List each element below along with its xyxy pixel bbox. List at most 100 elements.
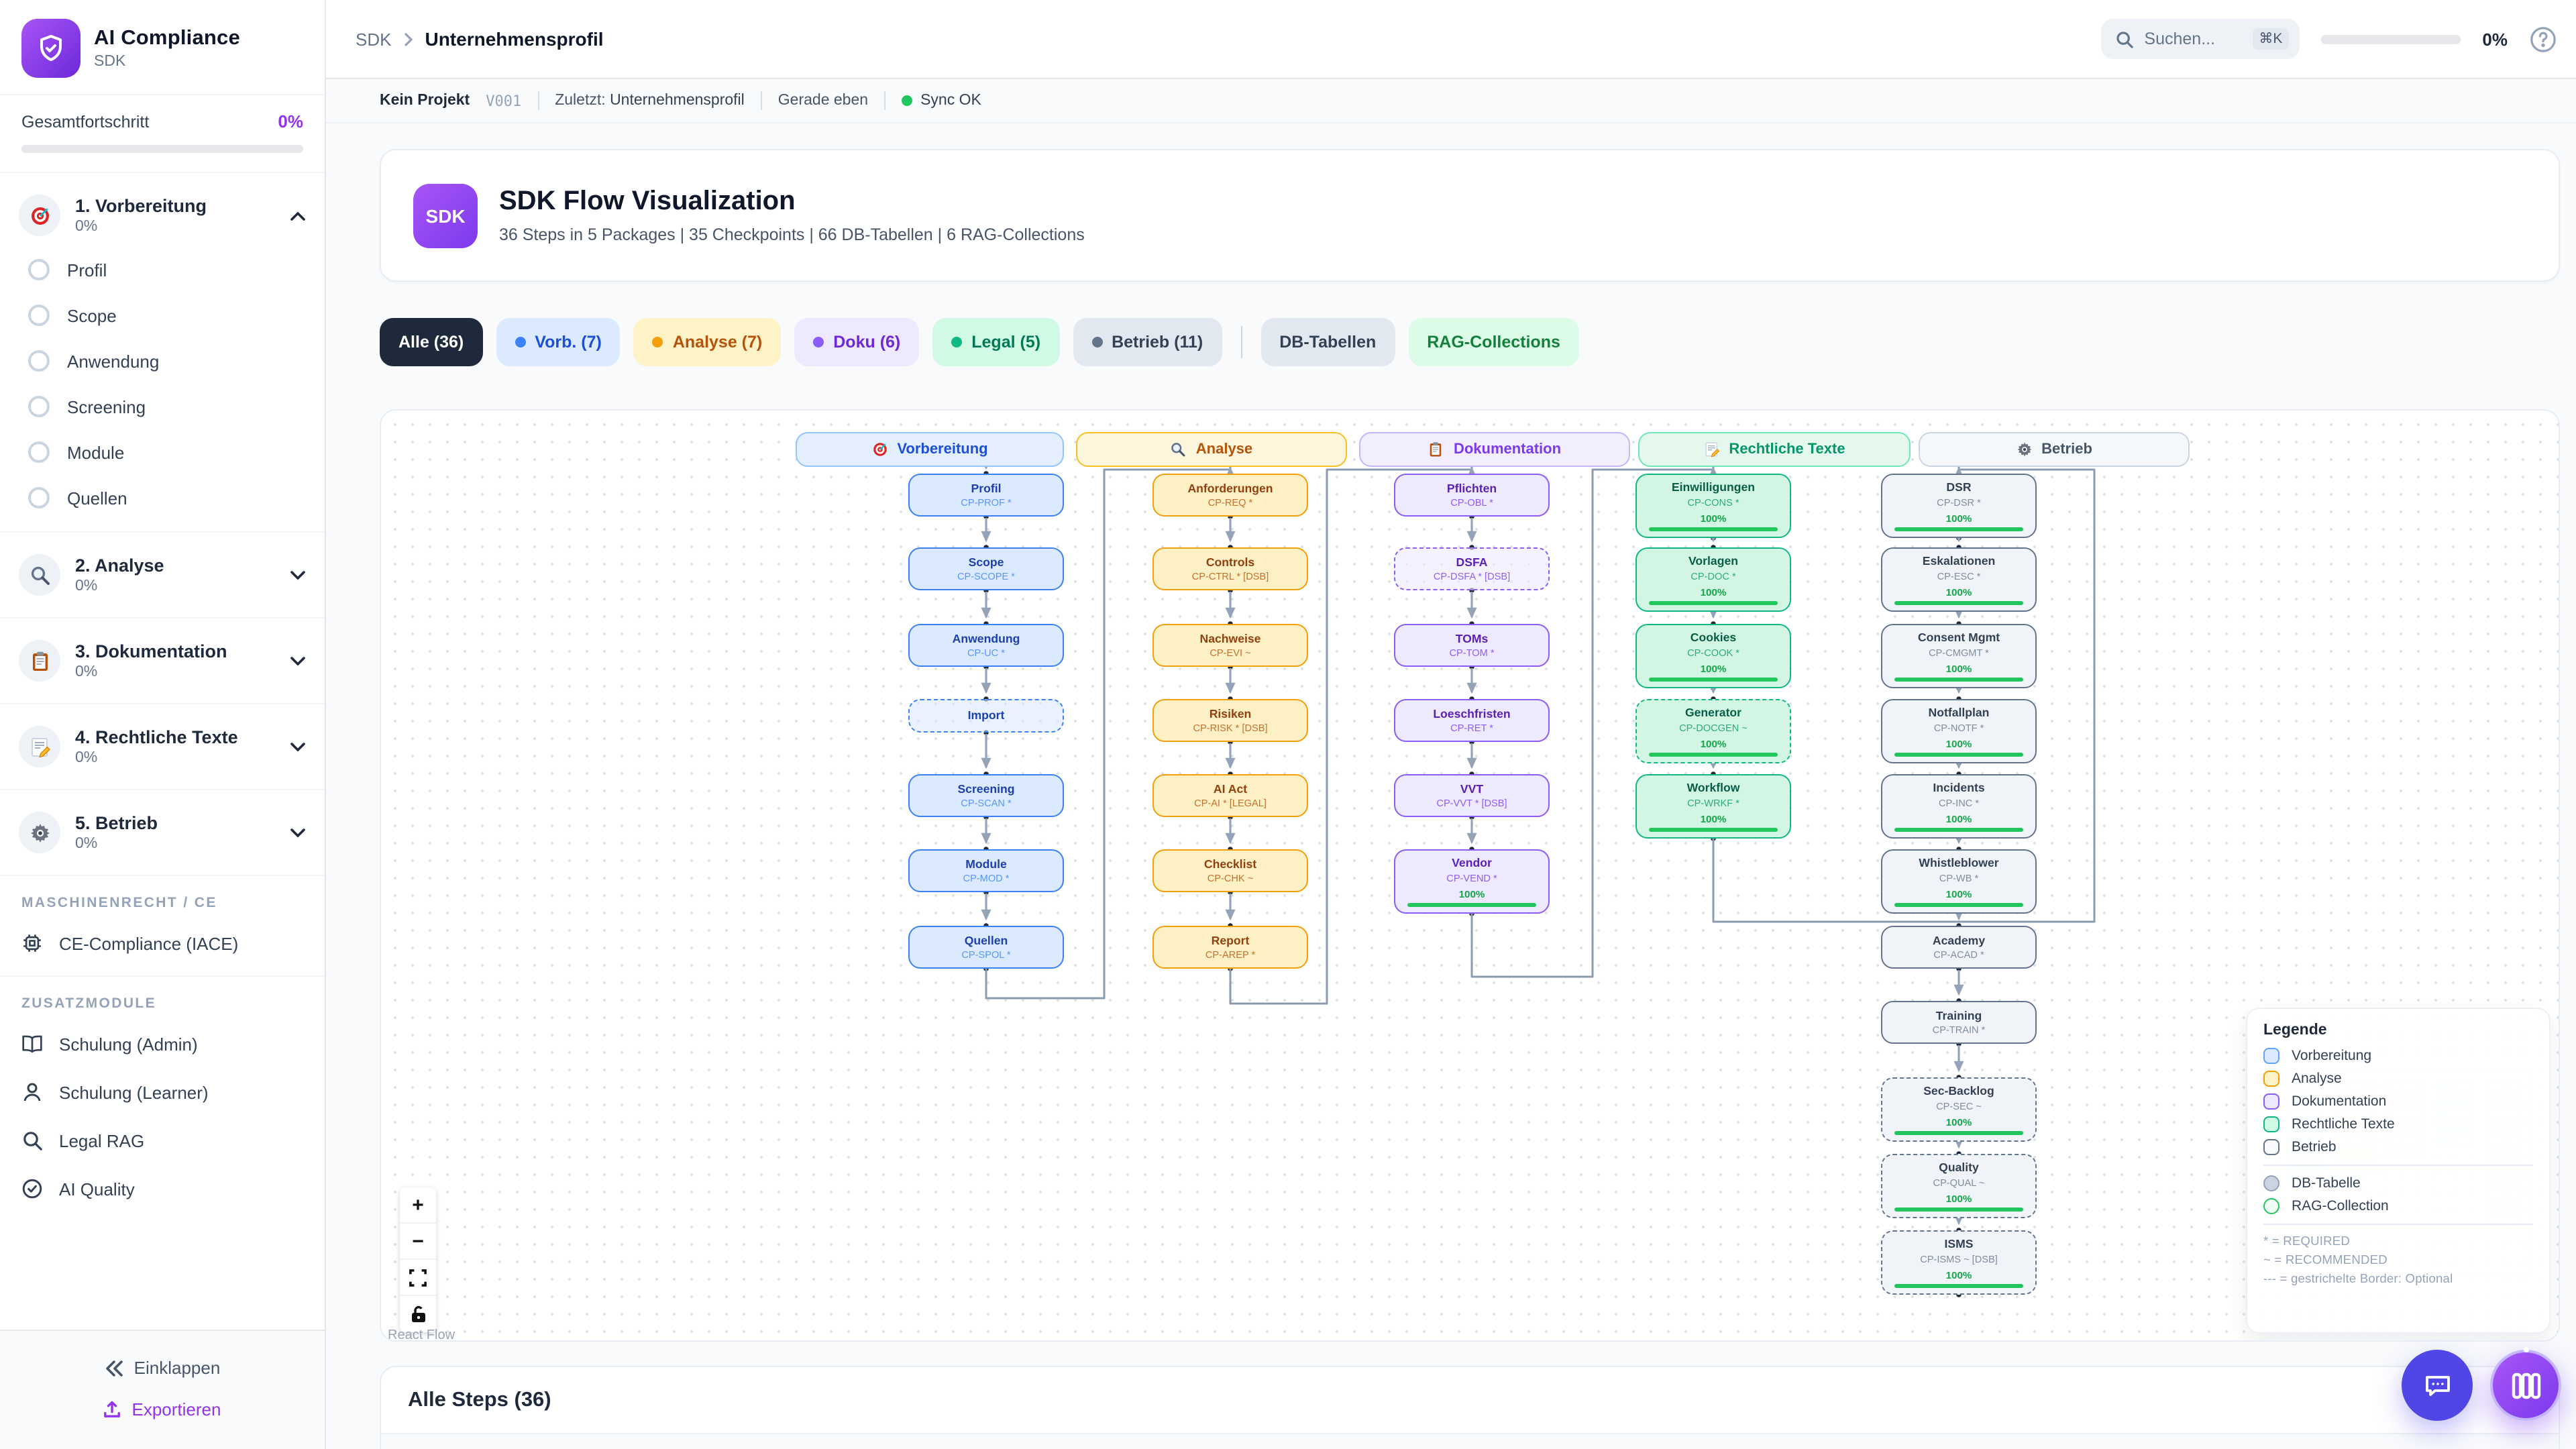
last-sync-time: Gerade eben (778, 93, 868, 109)
flow-node-ai-act[interactable]: AI ActCP-AI * [LEGAL] (1152, 774, 1308, 817)
flow-node-generator[interactable]: GeneratorCP-DOCGEN ~100% (1635, 699, 1791, 763)
sidebar-section-header[interactable]: 5. Betrieb0% (0, 801, 325, 864)
column-header-analyse[interactable]: Analyse (1076, 432, 1347, 467)
flow-node-scope[interactable]: ScopeCP-SCOPE * (908, 547, 1064, 590)
chat-fab-button[interactable] (2402, 1350, 2473, 1421)
column-header-dokumentation[interactable]: Dokumentation (1359, 432, 1630, 467)
sidebar-section-header[interactable]: 1. Vorbereitung0% (0, 184, 325, 247)
collapse-sidebar-button[interactable]: Einklappen (0, 1347, 325, 1389)
flow-node-training[interactable]: TrainingCP-TRAIN * (1881, 1001, 2037, 1044)
breadcrumb: SDK Unternehmensprofil (356, 28, 604, 50)
flow-node-workflow[interactable]: WorkflowCP-WRKF *100% (1635, 774, 1791, 839)
filter-chip-doku-6-[interactable]: Doku (6) (794, 318, 919, 366)
node-code: CP-MOD * (963, 873, 1010, 885)
flow-node-toms[interactable]: TOMsCP-TOM * (1394, 624, 1550, 667)
flow-node-pflichten[interactable]: PflichtenCP-OBL * (1394, 474, 1550, 517)
sidebar-section-header[interactable]: 4. Rechtliche Texte0% (0, 715, 325, 778)
flow-node-einwilligungen[interactable]: EinwilligungenCP-CONS *100% (1635, 474, 1791, 538)
node-title: Consent Mgmt (1918, 631, 2000, 645)
sidebar-item-ce-compliance-iace-[interactable]: CE-Compliance (IACE) (0, 919, 325, 967)
flow-node-vvt[interactable]: VVTCP-VVT * [DSB] (1394, 774, 1550, 817)
status-circle-icon (28, 259, 50, 280)
node-title: Vorlagen (1688, 554, 1738, 569)
chevron-down-icon[interactable] (290, 570, 306, 580)
flow-canvas[interactable]: Legende VorbereitungAnalyseDokumentation… (380, 409, 2560, 1342)
filter-chip-betrieb-11-[interactable]: Betrieb (11) (1073, 318, 1222, 366)
flow-node-anwendung[interactable]: AnwendungCP-UC * (908, 624, 1064, 667)
sidebar-item-quellen[interactable]: Quellen (0, 475, 325, 521)
flow-node-isms[interactable]: ISMSCP-ISMS ~ [DSB]100% (1881, 1230, 2037, 1295)
flow-node-cookies[interactable]: CookiesCP-COOK *100% (1635, 624, 1791, 688)
flow-node-vorlagen[interactable]: VorlagenCP-DOC *100% (1635, 547, 1791, 612)
flow-node-nachweise[interactable]: NachweiseCP-EVI ~ (1152, 624, 1308, 667)
flow-node-risiken[interactable]: RisikenCP-RISK * [DSB] (1152, 699, 1308, 742)
fit-view-button[interactable] (400, 1260, 436, 1296)
sync-ok-dot-icon (902, 95, 912, 106)
lock-toggle-button[interactable] (400, 1296, 436, 1332)
search-input[interactable]: Suchen... ⌘K (2101, 19, 2300, 59)
sidebar-section-header[interactable]: 3. Dokumentation0% (0, 629, 325, 692)
node-code: CP-TOM * (1449, 647, 1494, 659)
flow-node-profil[interactable]: ProfilCP-PROF * (908, 474, 1064, 517)
chevron-down-icon[interactable] (290, 741, 306, 752)
sidebar-item-profil[interactable]: Profil (0, 247, 325, 292)
flow-node-dsfa[interactable]: DSFACP-DSFA * [DSB] (1394, 547, 1550, 590)
sidebar-item-anwendung[interactable]: Anwendung (0, 338, 325, 384)
zoom-out-button[interactable]: − (400, 1224, 436, 1260)
flow-node-quellen[interactable]: QuellenCP-SPOL * (908, 926, 1064, 969)
sidebar-item-schulung-learner-[interactable]: Schulung (Learner) (0, 1068, 325, 1116)
filter-chip-vorb-7-[interactable]: Vorb. (7) (496, 318, 621, 366)
filter-chip-alle-36-[interactable]: Alle (36) (380, 318, 482, 366)
flow-node-eskalationen[interactable]: EskalationenCP-ESC *100% (1881, 547, 2037, 612)
flow-node-report[interactable]: ReportCP-AREP * (1152, 926, 1308, 969)
chevron-down-icon[interactable] (290, 827, 306, 838)
flow-node-consent-mgmt[interactable]: Consent MgmtCP-CMGMT *100% (1881, 624, 2037, 688)
flow-node-loeschfristen[interactable]: LoeschfristenCP-RET * (1394, 699, 1550, 742)
legend-note: * = REQUIRED (2263, 1234, 2533, 1248)
flow-node-quality[interactable]: QualityCP-QUAL ~100% (1881, 1154, 2037, 1218)
gear-icon (29, 822, 50, 843)
node-title: Notfallplan (1929, 706, 1990, 720)
node-title: Training (1936, 1008, 1982, 1023)
flow-node-notfallplan[interactable]: NotfallplanCP-NOTF *100% (1881, 699, 2037, 763)
sidebar-section-3-dokumentation: 3. Dokumentation0% (0, 619, 325, 704)
column-header-legal[interactable]: Rechtliche Texte (1638, 432, 1911, 467)
filter-chip-analyse-7-[interactable]: Analyse (7) (634, 318, 781, 366)
breadcrumb-root[interactable]: SDK (356, 29, 391, 49)
flow-node-checklist[interactable]: ChecklistCP-CHK ~ (1152, 849, 1308, 892)
zoom-in-button[interactable]: + (400, 1187, 436, 1224)
filter-chip-legal-5-[interactable]: Legal (5) (932, 318, 1059, 366)
filter-chip-rag-collections[interactable]: RAG-Collections (1408, 318, 1579, 366)
chevron-up-icon[interactable] (290, 210, 306, 221)
sidebar-section-4-rechtliche-texte: 4. Rechtliche Texte0% (0, 704, 325, 790)
help-icon[interactable] (2529, 25, 2557, 53)
flow-node-whistleblower[interactable]: WhistleblowerCP-WB *100% (1881, 849, 2037, 914)
flow-node-import[interactable]: Import (908, 699, 1064, 733)
sidebar-section-header[interactable]: 2. Analyse0% (0, 543, 325, 606)
steps-table-header (381, 1433, 2559, 1449)
sidebar-item-screening[interactable]: Screening (0, 384, 325, 429)
filter-chip-db-tabellen[interactable]: DB-Tabellen (1260, 318, 1395, 366)
columns-fab-button[interactable] (2490, 1350, 2561, 1421)
sidebar-item-ai-quality[interactable]: AI Quality (0, 1165, 325, 1213)
sidebar-nav: 1. Vorbereitung0%ProfilScopeAnwendungScr… (0, 173, 325, 1330)
column-header-vorbereitung[interactable]: Vorbereitung (796, 432, 1064, 467)
sidebar-item-schulung-admin-[interactable]: Schulung (Admin) (0, 1020, 325, 1068)
node-title: Cookies (1690, 631, 1736, 645)
flow-node-screening[interactable]: ScreeningCP-SCAN * (908, 774, 1064, 817)
chevron-down-icon[interactable] (290, 655, 306, 666)
flow-node-dsr[interactable]: DSRCP-DSR *100% (1881, 474, 2037, 538)
sidebar-item-scope[interactable]: Scope (0, 292, 325, 338)
sidebar-item-module[interactable]: Module (0, 429, 325, 475)
flow-node-anforderungen[interactable]: AnforderungenCP-REQ * (1152, 474, 1308, 517)
flow-node-incidents[interactable]: IncidentsCP-INC *100% (1881, 774, 2037, 839)
flow-node-module[interactable]: Module CP-MOD * (908, 849, 1064, 892)
flow-node-sec-backlog[interactable]: Sec-BacklogCP-SEC ~100% (1881, 1077, 2037, 1142)
sidebar-item-legal-rag[interactable]: Legal RAG (0, 1116, 325, 1165)
flow-node-vendor[interactable]: VendorCP-VEND *100% (1394, 849, 1550, 914)
export-button[interactable]: Exportieren (0, 1389, 325, 1430)
node-title: Module (965, 857, 1007, 871)
flow-node-controls[interactable]: ControlsCP-CTRL * [DSB] (1152, 547, 1308, 590)
column-header-betrieb[interactable]: Betrieb (1919, 432, 2190, 467)
flow-node-academy[interactable]: AcademyCP-ACAD * (1881, 926, 2037, 969)
